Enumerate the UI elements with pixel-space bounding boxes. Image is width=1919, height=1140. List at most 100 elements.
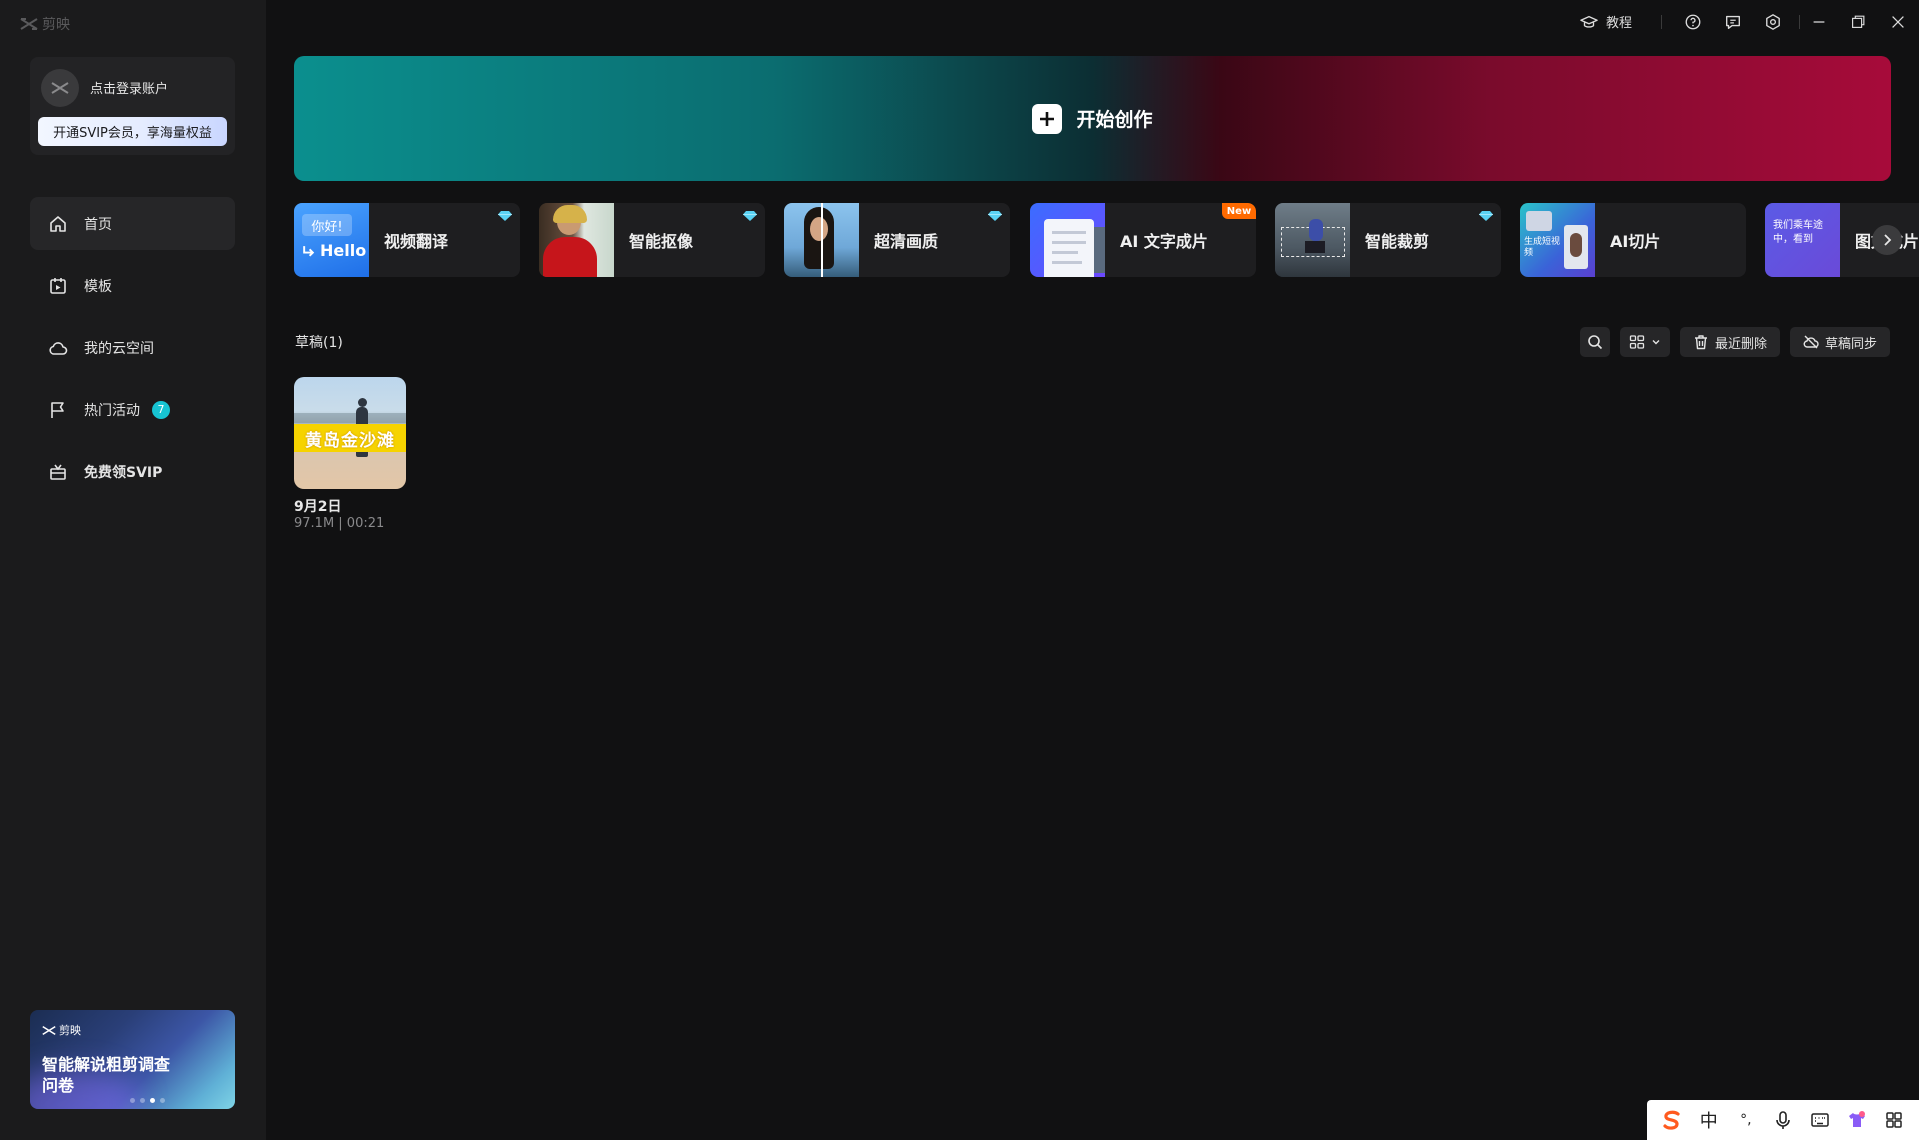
draft-sync-label: 草稿同步 — [1824, 336, 1877, 352]
template-icon — [50, 277, 66, 294]
help-button[interactable] — [1683, 12, 1703, 32]
survey-text: 智能解说粗剪调查问卷 — [42, 1055, 171, 1095]
tool-ai-clip[interactable]: 生成短视频 AI切片 — [1520, 203, 1746, 277]
sidebar-item-label: 模板 — [84, 278, 112, 295]
svip-subscribe-button[interactable]: 开通SVIP会员，享海量权益 — [38, 117, 227, 146]
new-badge: New — [1222, 203, 1256, 219]
tool-super-resolution[interactable]: 超清画质 — [784, 203, 1010, 277]
search-icon — [1588, 335, 1603, 350]
tool-thumbnail — [539, 203, 614, 277]
sidebar-item-home[interactable]: 首页 — [30, 197, 235, 250]
recently-deleted-label: 最近删除 — [1714, 336, 1767, 352]
tool-thumbnail — [1030, 203, 1105, 277]
avatar[interactable] — [41, 69, 79, 107]
chevron-right-icon — [1884, 234, 1892, 246]
minimize-button[interactable] — [1809, 12, 1829, 32]
survey-banner[interactable]: 剪映 智能解说粗剪调查问卷 — [30, 1010, 235, 1109]
diamond-icon — [988, 211, 1002, 221]
search-button[interactable] — [1580, 327, 1610, 357]
app-logo: 剪映 — [20, 14, 70, 34]
ime-logo[interactable] — [1658, 1106, 1686, 1134]
close-icon — [1892, 16, 1904, 28]
minimize-icon — [1813, 21, 1825, 23]
carousel-dots[interactable] — [130, 1098, 165, 1103]
ime-keyboard-button[interactable] — [1806, 1106, 1834, 1134]
sogou-logo-icon — [1662, 1110, 1680, 1130]
capcut-logo-icon — [42, 1025, 56, 1035]
ime-toolbar: 中 °, — [1647, 1100, 1919, 1140]
cloud-icon — [49, 341, 68, 355]
drafts-title: 草稿(1) — [295, 335, 343, 351]
ime-skin-button[interactable] — [1843, 1106, 1871, 1134]
settings-button[interactable] — [1763, 12, 1783, 32]
grid-menu-icon — [1886, 1112, 1903, 1128]
tool-label: 智能抠像 — [629, 232, 694, 251]
tutorial-label: 教程 — [1606, 16, 1633, 31]
feedback-icon — [1726, 15, 1740, 29]
sidebar-item-label: 我的云空间 — [84, 340, 154, 357]
draft-thumbnail[interactable]: 黄岛金沙滩 — [294, 377, 406, 489]
sidebar-item-svip[interactable]: 免费领SVIP — [30, 445, 235, 498]
sidebar-item-label: 热门活动 — [84, 402, 140, 419]
draft-meta: 97.1M | 00:21 — [294, 516, 385, 531]
tool-thumbnail — [1275, 203, 1350, 277]
tool-shortcuts: 你好! Hello 视频翻译 智能抠像 超清画质 AI 文字成片 New 智能裁… — [294, 203, 1919, 277]
thumb-text: 你好! — [302, 214, 352, 236]
tool-smart-cutout[interactable]: 智能抠像 — [539, 203, 765, 277]
thumb-text: Hello — [320, 241, 367, 260]
capcut-logo-icon — [51, 82, 69, 94]
home-icon — [50, 215, 66, 232]
tool-label: AI切片 — [1610, 232, 1661, 251]
ime-voice-button[interactable] — [1769, 1106, 1797, 1134]
scroll-right-button[interactable] — [1872, 225, 1902, 255]
microphone-icon — [1776, 1111, 1790, 1129]
ime-language-toggle[interactable]: 中 — [1695, 1106, 1723, 1134]
tool-label: AI 文字成片 — [1120, 232, 1208, 251]
view-mode-dropdown[interactable] — [1620, 327, 1670, 357]
recently-deleted-button[interactable]: 最近删除 — [1680, 327, 1780, 357]
thumb-text: 生成短视频 — [1524, 237, 1561, 258]
restore-button[interactable] — [1848, 12, 1868, 32]
gear-icon — [1766, 14, 1780, 30]
sidebar-item-cloud[interactable]: 我的云空间 — [30, 321, 235, 374]
keyboard-icon — [1811, 1113, 1829, 1127]
restore-icon — [1852, 15, 1865, 28]
sidebar-item-label: 首页 — [84, 216, 112, 233]
tool-thumbnail: 我们乘车途中，看到 — [1765, 203, 1840, 277]
plus-icon — [1032, 103, 1063, 134]
tool-label: 超清画质 — [874, 232, 939, 251]
tool-video-translate[interactable]: 你好! Hello 视频翻译 — [294, 203, 520, 277]
tool-ai-text-to-video[interactable]: AI 文字成片 New — [1030, 203, 1256, 277]
capcut-logo-icon — [20, 18, 38, 30]
sidebar-item-templates[interactable]: 模板 — [30, 259, 235, 312]
tool-smart-crop[interactable]: 智能裁剪 — [1275, 203, 1501, 277]
close-button[interactable] — [1888, 12, 1908, 32]
sidebar: 剪映 点击登录账户 开通SVIP会员，享海量权益 首页 模板 我的云空间 热门活… — [0, 0, 266, 1140]
flag-icon — [51, 401, 64, 418]
help-icon — [1685, 14, 1701, 30]
tool-label: 视频翻译 — [384, 232, 449, 251]
app-logo-text: 剪映 — [42, 17, 70, 33]
tool-label: 智能裁剪 — [1365, 232, 1430, 251]
survey-logo-text: 剪映 — [59, 1024, 81, 1037]
tool-thumbnail: 生成短视频 — [1520, 203, 1595, 277]
tool-thumbnail: 你好! Hello — [294, 203, 369, 277]
diamond-icon — [1479, 211, 1493, 221]
ime-punctuation-toggle[interactable]: °, — [1732, 1106, 1760, 1134]
tool-thumbnail — [784, 203, 859, 277]
ime-toolbox-button[interactable] — [1880, 1106, 1908, 1134]
login-link[interactable]: 点击登录账户 — [90, 78, 168, 97]
survey-logo: 剪映 — [42, 1022, 81, 1038]
shirt-icon — [1849, 1111, 1866, 1127]
start-creating-button[interactable]: 开始创作 — [294, 56, 1891, 181]
cloud-sync-icon — [1803, 335, 1819, 349]
tutorial-button[interactable]: 教程 — [1580, 12, 1632, 31]
feedback-button[interactable] — [1723, 12, 1743, 32]
sidebar-item-events[interactable]: 热门活动 7 — [30, 383, 235, 436]
gift-icon — [50, 464, 66, 480]
draft-sync-button[interactable]: 草稿同步 — [1790, 327, 1890, 357]
chevron-down-icon — [1652, 340, 1660, 345]
draft-name[interactable]: 9月2日 — [294, 496, 341, 516]
titlebar-divider — [1799, 15, 1800, 29]
diamond-icon — [498, 211, 512, 221]
